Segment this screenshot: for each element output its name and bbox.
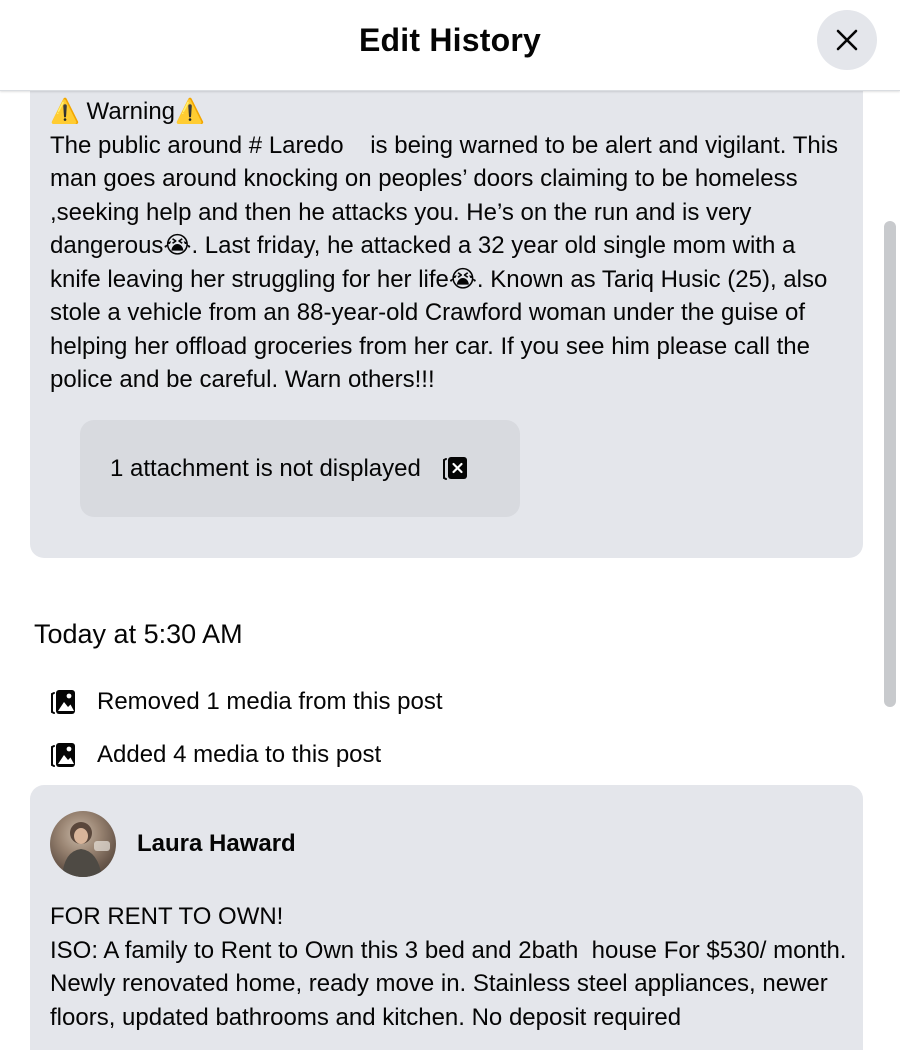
- attachment-not-displayed-notice: 1 attachment is not displayed: [80, 420, 520, 517]
- scrollbar[interactable]: [882, 91, 900, 1050]
- change-item-added-media: Added 4 media to this post: [50, 741, 381, 769]
- close-icon: [836, 29, 858, 51]
- close-button[interactable]: [817, 10, 877, 70]
- edit-history-list[interactable]: ⚠️ Warning⚠️ The public around # Laredo …: [0, 91, 900, 1050]
- media-icon: [50, 689, 77, 716]
- dialog-header: Edit History: [0, 0, 900, 91]
- scrollbar-thumb[interactable]: [884, 221, 896, 707]
- change-text: Removed 1 media from this post: [97, 688, 443, 715]
- dialog-title: Edit History: [359, 22, 541, 58]
- post-version-card: ⚠️ Warning⚠️ The public around # Laredo …: [30, 91, 863, 558]
- post-body-text: ⚠️ Warning⚠️ The public around # Laredo …: [50, 98, 839, 393]
- revision-timestamp: Today at 5:30 AM: [34, 619, 243, 649]
- change-text: Added 4 media to this post: [97, 741, 382, 768]
- author-name[interactable]: Laura Haward: [137, 830, 296, 858]
- media-icon: [50, 742, 77, 769]
- hidden-media-icon: [441, 456, 469, 482]
- avatar[interactable]: [50, 811, 116, 877]
- attachment-notice-text: 1 attachment is not displayed: [110, 454, 421, 482]
- post-version-card: Laura Haward FOR RENT TO OWN! ISO: A fam…: [30, 785, 863, 1050]
- post-body-text: FOR RENT TO OWN! ISO: A family to Rent t…: [50, 903, 847, 1031]
- change-item-removed-media: Removed 1 media from this post: [50, 688, 442, 716]
